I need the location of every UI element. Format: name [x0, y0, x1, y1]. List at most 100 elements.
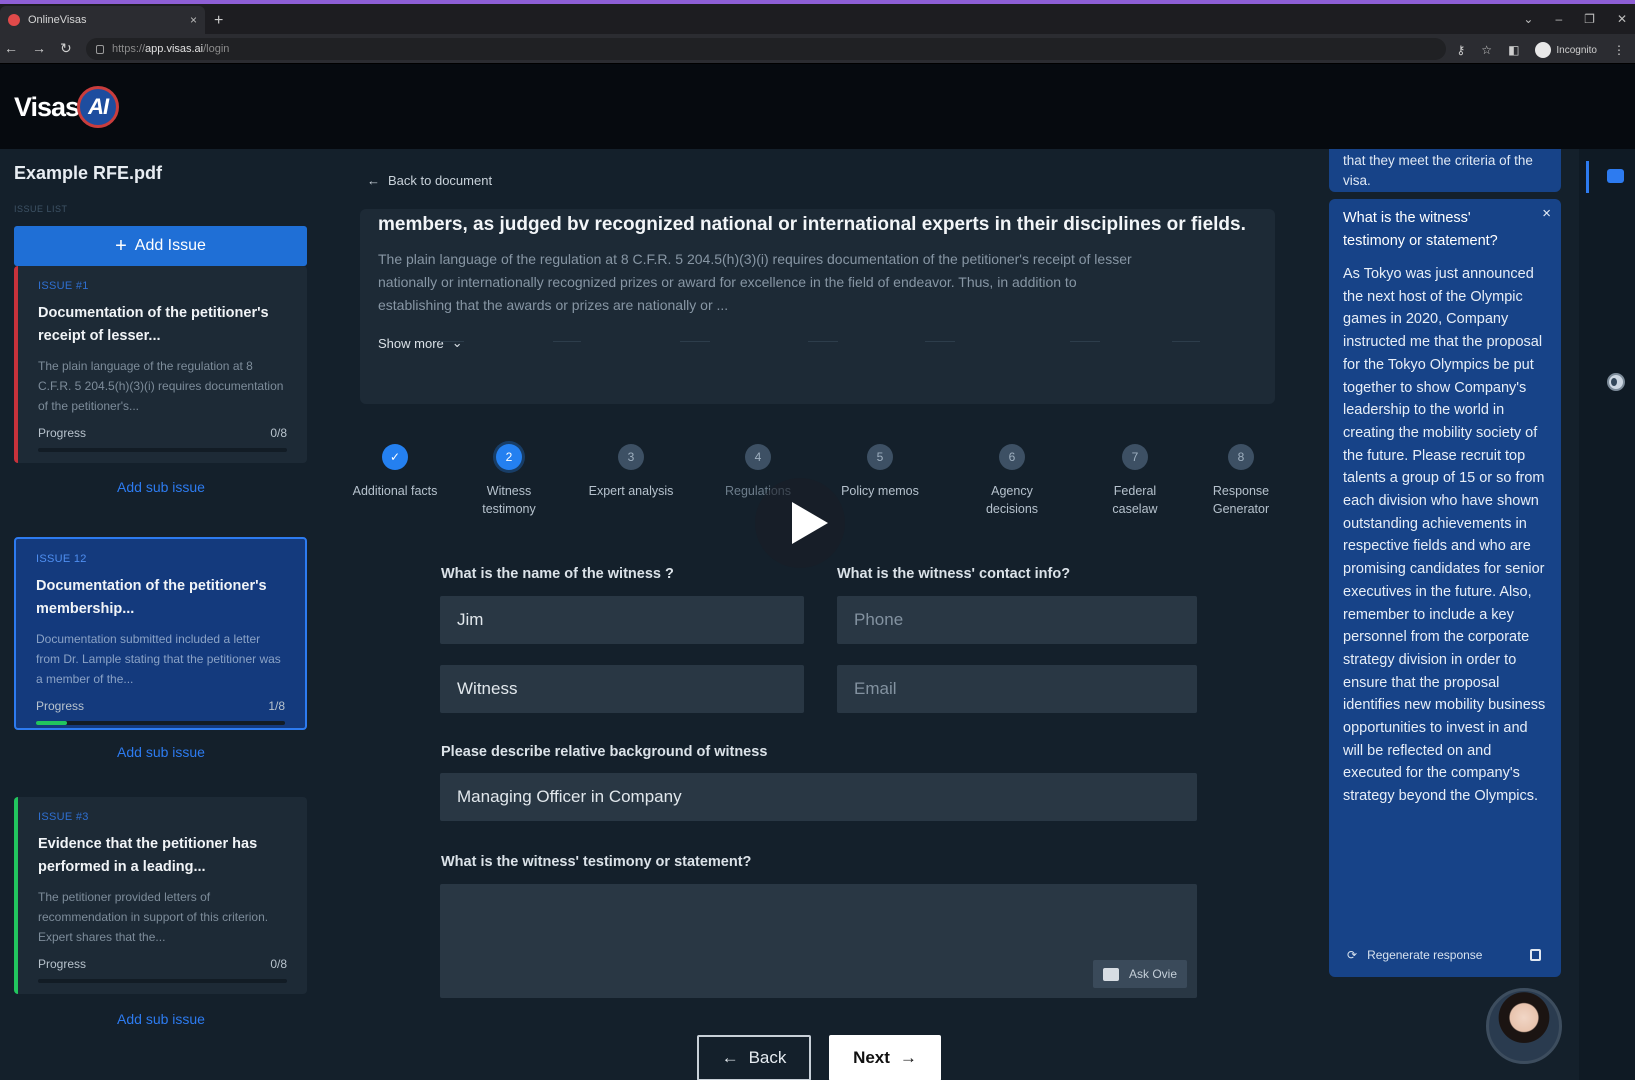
- close-icon[interactable]: ×: [1542, 205, 1551, 222]
- witness-last-name-field[interactable]: Witness: [440, 665, 804, 713]
- step-agency-decisions[interactable]: 6 Agency decisions: [967, 444, 1057, 518]
- regenerate-response-button[interactable]: ⟳ Regenerate response: [1343, 948, 1522, 962]
- witness-first-name-field[interactable]: Jim: [440, 596, 804, 644]
- step-number: 6: [999, 444, 1025, 470]
- progress-label: Progress: [36, 699, 85, 713]
- back-button-label: Back: [748, 1048, 787, 1067]
- issue-card[interactable]: ISSUE #3 Evidence that the petitioner ha…: [14, 797, 307, 994]
- show-more-label: Show more: [378, 335, 444, 351]
- maximize-icon[interactable]: ❐: [1584, 12, 1595, 26]
- step-policy-memos[interactable]: 5 Policy memos: [835, 444, 925, 500]
- progress-label: Progress: [38, 426, 87, 440]
- regulation-text: The plain language of the regulation at …: [378, 251, 1132, 313]
- next-button[interactable]: Next →: [829, 1035, 941, 1080]
- incognito-label: Incognito: [1556, 44, 1597, 56]
- step-witness-testimony[interactable]: 2 Witness testimony: [464, 444, 554, 518]
- step-label: Witness testimony: [482, 484, 536, 516]
- back-to-document-link[interactable]: ← Back to document: [367, 173, 492, 188]
- new-tab-icon[interactable]: +: [214, 12, 223, 30]
- globe-icon[interactable]: [1607, 373, 1625, 391]
- show-more-button[interactable]: Show more ⌄: [378, 335, 463, 351]
- step-number: 5: [867, 444, 893, 470]
- regulation-title: members, as judged bv recognized nationa…: [378, 214, 1246, 235]
- witness-testimony-textarea[interactable]: Ask Ovie: [440, 884, 1197, 998]
- active-indicator: [1586, 161, 1589, 193]
- back-to-document-label: Back to document: [388, 173, 493, 188]
- step-connector: [680, 341, 710, 342]
- chat-answer: As Tokyo was just announced the next hos…: [1343, 266, 1546, 805]
- step-federal-caselaw[interactable]: 7 Federal caselaw: [1090, 444, 1180, 518]
- video-play-button[interactable]: [755, 478, 845, 568]
- witness-email-field[interactable]: Email: [837, 665, 1197, 713]
- chat-actions: ⟳ Regenerate response: [1343, 941, 1548, 969]
- step-label: Agency decisions: [985, 484, 1039, 516]
- issue-card-selected[interactable]: ISSUE 12 Documentation of the petitioner…: [14, 537, 307, 730]
- url-input[interactable]: https://app.visas.ai/login: [86, 38, 1446, 60]
- browser-tab[interactable]: OnlineVisas ×: [0, 6, 205, 34]
- window-controls: ⌄ – ❐ ✕: [1523, 12, 1627, 26]
- logo-badge: AI: [77, 86, 120, 128]
- add-sub-issue-link[interactable]: Add sub issue: [0, 744, 322, 760]
- url-prefix: https://: [112, 43, 146, 55]
- chat-question: What is the witness' testimony or statem…: [1343, 210, 1498, 249]
- url-host: app.visas.ai: [145, 43, 204, 55]
- close-window-icon[interactable]: ✕: [1617, 12, 1627, 26]
- issue-title: Documentation of the petitioner's member…: [36, 578, 267, 617]
- step-additional-facts[interactable]: ✓ Additional facts: [350, 444, 440, 500]
- address-bar: ← → ↻ https://app.visas.ai/login ⚷ ☆ ◧ I…: [0, 34, 1635, 64]
- back-arrow-icon[interactable]: ←: [4, 40, 18, 57]
- add-sub-issue-link[interactable]: Add sub issue: [0, 1011, 322, 1027]
- assistant-avatar[interactable]: [1486, 988, 1562, 1064]
- app-header: Visas AI: [0, 64, 1635, 149]
- copy-button[interactable]: [1522, 942, 1548, 968]
- issue-description: The petitioner provided letters of recom…: [38, 890, 269, 944]
- plus-icon: +: [115, 234, 127, 257]
- issue-card[interactable]: ISSUE #1 Documentation of the petitioner…: [14, 266, 307, 463]
- assistant-panel: that they meet the criteria of the visa.…: [1312, 149, 1579, 1080]
- visas-ai-logo[interactable]: Visas AI: [14, 86, 120, 128]
- progress-fill: [36, 721, 68, 725]
- step-label: Expert analysis: [588, 484, 674, 498]
- witness-phone-field[interactable]: Phone: [837, 596, 1197, 644]
- back-button[interactable]: ← Back: [697, 1035, 811, 1080]
- step-label: Additional facts: [352, 484, 438, 498]
- chat-icon[interactable]: [1607, 169, 1624, 183]
- progress-label: Progress: [38, 957, 87, 971]
- browser-tab-bar: OnlineVisas × + ⌄ – ❐ ✕: [0, 4, 1635, 34]
- issue-label: ISSUE #3: [38, 811, 89, 823]
- witness-background-field[interactable]: Managing Officer in Company: [440, 773, 1197, 821]
- minimize-icon[interactable]: –: [1555, 12, 1562, 26]
- step-response-generator[interactable]: 8 Response Generator: [1196, 444, 1286, 518]
- add-issue-label: Add Issue: [134, 237, 206, 254]
- add-sub-issue-link[interactable]: Add sub issue: [0, 479, 322, 495]
- url-path: /login: [203, 43, 230, 55]
- forward-arrow-icon[interactable]: →: [32, 40, 46, 57]
- issue-title: Evidence that the petitioner has perform…: [38, 836, 258, 875]
- bookmark-star-icon[interactable]: ☆: [1481, 43, 1492, 57]
- ask-ovie-button[interactable]: Ask Ovie: [1092, 960, 1187, 988]
- tab-search-icon[interactable]: ⌄: [1523, 12, 1533, 26]
- arrow-left-icon: ←: [721, 1048, 739, 1067]
- play-icon: [792, 502, 828, 544]
- right-icon-rail: [1579, 149, 1635, 1080]
- add-issue-button[interactable]: + Add Issue: [14, 226, 307, 266]
- key-icon[interactable]: ⚷: [1457, 43, 1466, 57]
- refresh-icon: ⟳: [1347, 948, 1358, 962]
- regulation-summary: members, as judged bv recognized nationa…: [360, 209, 1275, 404]
- witness-testimony-question: What is the witness' testimony or statem…: [441, 854, 752, 870]
- issue-description: The plain language of the regulation at …: [38, 359, 284, 413]
- step-connector: [1070, 341, 1100, 342]
- side-panel-icon[interactable]: ◧: [1508, 43, 1519, 57]
- step-label: Federal caselaw: [1112, 484, 1158, 516]
- reload-icon[interactable]: ↻: [60, 40, 72, 57]
- copy-icon: [1529, 949, 1541, 961]
- browser-menu-icon[interactable]: ⋮: [1613, 43, 1625, 57]
- issue-label: ISSUE #1: [38, 280, 89, 292]
- chevron-down-icon: ⌄: [451, 335, 463, 350]
- step-expert-analysis[interactable]: 3 Expert analysis: [586, 444, 676, 500]
- step-label: Policy memos: [841, 484, 919, 498]
- close-tab-icon[interactable]: ×: [190, 13, 197, 27]
- step-number: 4: [745, 444, 771, 470]
- incognito-indicator[interactable]: Incognito: [1535, 42, 1597, 58]
- phone-placeholder: Phone: [854, 610, 904, 629]
